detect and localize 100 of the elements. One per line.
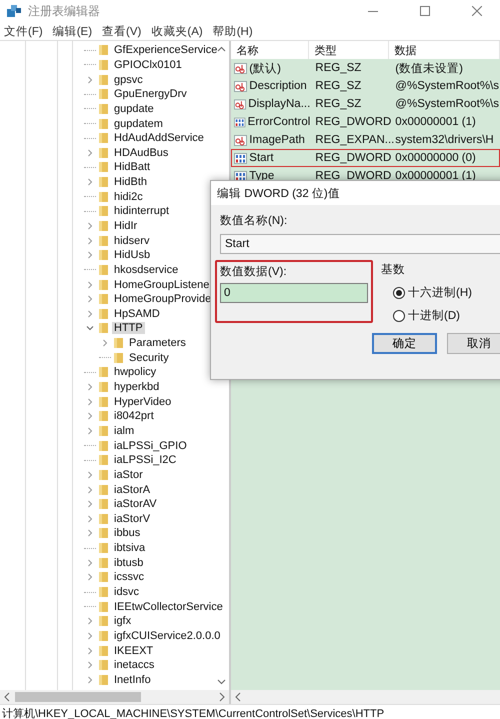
tree-item[interactable]: hidserv [112, 234, 152, 247]
scroll-left-icon[interactable] [234, 692, 242, 702]
tree-item[interactable]: idsvc [112, 586, 142, 598]
folder-icon [113, 337, 124, 350]
folder-icon [98, 161, 109, 174]
value-row[interactable]: ErrorControl REG_DWORD 0x00000001 (1) [231, 113, 500, 131]
value-row[interactable]: DisplayNa... REG_SZ @%SystemRoot%\s [231, 95, 500, 113]
value-row[interactable]: (默认) REG_SZ (数值未设置) [231, 59, 500, 77]
tree-item[interactable]: HDAudBus [112, 146, 170, 159]
scroll-right-icon[interactable] [218, 692, 226, 702]
folder-icon [98, 600, 109, 613]
tree-item[interactable]: i8042prt [112, 410, 156, 422]
tree-item[interactable]: hidinterrupt [112, 205, 172, 218]
tree-item[interactable]: Security [127, 352, 171, 364]
value-data-field[interactable]: 0 [220, 283, 368, 303]
radio-label[interactable]: 十六进制(H) [408, 285, 472, 300]
chevron-right-icon[interactable] [86, 178, 94, 186]
tree-item[interactable]: hwpolicy [112, 366, 158, 378]
tree-item[interactable]: gupdate [112, 102, 156, 115]
value-name: DisplayNa... [248, 98, 310, 110]
tree-item[interactable]: HpSAMD [112, 308, 162, 320]
value-name-field[interactable]: Start [220, 234, 500, 254]
folder-icon [98, 190, 109, 203]
tree-item[interactable]: HdAudAddService [112, 132, 206, 144]
tree-item[interactable]: gpsvc [112, 74, 145, 86]
window-title: 注册表编辑器 [28, 2, 101, 20]
folder-icon [98, 102, 109, 115]
tree-item[interactable]: ibtusb [112, 556, 146, 569]
folder-icon [98, 571, 109, 584]
tree-item[interactable]: HomeGroupProvide [112, 293, 214, 306]
menu-item[interactable]: 编辑(E) [52, 24, 92, 38]
column-header[interactable]: 类型 [309, 41, 390, 59]
value-data: 0x00000000 (0) [394, 152, 477, 164]
tree-item[interactable]: GpuEnergyDrv [112, 88, 189, 100]
chevron-right-icon[interactable] [101, 339, 109, 348]
tree-item[interactable]: ibtsiva [112, 542, 148, 554]
tree-item[interactable]: iaStorAV [112, 498, 159, 510]
tree-item[interactable]: icssvc [112, 571, 146, 584]
tree-item[interactable]: iaLPSSi_I2C [112, 454, 178, 466]
binary-value-icon [234, 152, 248, 164]
tree-item[interactable]: HidIr [112, 220, 140, 232]
folder-icon [98, 220, 109, 232]
value-name: ImagePath [249, 134, 305, 146]
value-data: 0x00000001 (1) [394, 116, 477, 128]
menu-item[interactable]: 文件(F) [4, 24, 43, 38]
tree-item[interactable]: HTTP [112, 322, 145, 334]
tree-item[interactable]: IKEEXT [112, 644, 156, 657]
cancel-button[interactable]: 取消 [446, 333, 500, 354]
radio-button[interactable] [393, 286, 405, 298]
tree-item[interactable]: iaLPSSi_GPIO [112, 440, 189, 452]
tree-item[interactable]: inetaccs [112, 659, 156, 672]
folder-icon [98, 498, 109, 510]
tree-item[interactable]: hyperkbd [112, 381, 162, 394]
folder-icon [113, 352, 124, 364]
tree-item[interactable]: ialm [112, 424, 136, 437]
tree-item[interactable]: InetInfo [112, 674, 153, 686]
tree-item[interactable]: igfx [112, 615, 134, 628]
tree-item[interactable]: igfxCUIService2.0.0.0 [112, 630, 222, 642]
folder-icon [98, 88, 109, 100]
scroll-left-icon[interactable] [3, 692, 11, 702]
menu-item[interactable]: 查看(V) [102, 24, 142, 38]
folder-icon [98, 249, 109, 262]
tree-item[interactable]: HyperVideo [112, 396, 174, 408]
radio-label[interactable]: 十进制(D) [408, 308, 460, 323]
tree-item[interactable]: HidUsb [112, 249, 152, 262]
value-row[interactable]: ImagePath REG_EXPAN...system32\drivers\H [231, 131, 500, 149]
column-header[interactable]: 名称 [231, 41, 310, 59]
value-name: Start [249, 152, 274, 164]
folder-icon [98, 440, 109, 452]
menu-item[interactable]: 帮助(H) [212, 24, 253, 38]
tree-item[interactable]: ibbus [112, 527, 142, 540]
tree-item[interactable]: hkosdservice [112, 264, 180, 276]
radio-button[interactable] [393, 310, 405, 322]
tree-item[interactable]: IEEtwCollectorService [112, 600, 225, 613]
tree-item[interactable]: hidi2c [112, 190, 145, 203]
scrollbar-thumb[interactable] [15, 692, 141, 702]
tree-item[interactable]: HomeGroupListene [112, 278, 212, 291]
string-value-icon [234, 62, 248, 74]
chevron-down-icon[interactable] [86, 324, 94, 332]
tree-item[interactable]: GPIOClx0101 [112, 58, 184, 71]
tree-item[interactable]: HidBth [112, 176, 150, 188]
highlighted-value-row[interactable]: Start REG_DWORD 0x00000000 (0) [231, 149, 500, 167]
registry-app-icon [6, 4, 22, 18]
tree-item[interactable]: GfExperienceService [112, 44, 220, 56]
folder-icon [98, 527, 109, 540]
ok-button[interactable]: 确定 [372, 333, 437, 354]
value-type: REG_DWORD [314, 170, 390, 182]
tree-item[interactable]: HidBatt [112, 161, 152, 174]
tree-item[interactable]: Parameters [127, 337, 188, 350]
chevron-right-icon[interactable] [86, 76, 94, 84]
tree-item[interactable]: iaStor [112, 468, 145, 481]
folder-icon [98, 615, 109, 628]
tree-item[interactable]: gupdatem [112, 118, 165, 130]
value-row[interactable]: Description REG_SZ @%SystemRoot%\s [231, 77, 500, 95]
column-header[interactable]: 数据 [389, 41, 500, 59]
menu-item[interactable]: 收藏夹(A) [151, 24, 203, 38]
string-value-icon [234, 80, 248, 92]
chevron-right-icon[interactable] [86, 148, 94, 157]
tree-item[interactable]: iaStorA [112, 484, 152, 496]
tree-item[interactable]: iaStorV [112, 512, 152, 525]
